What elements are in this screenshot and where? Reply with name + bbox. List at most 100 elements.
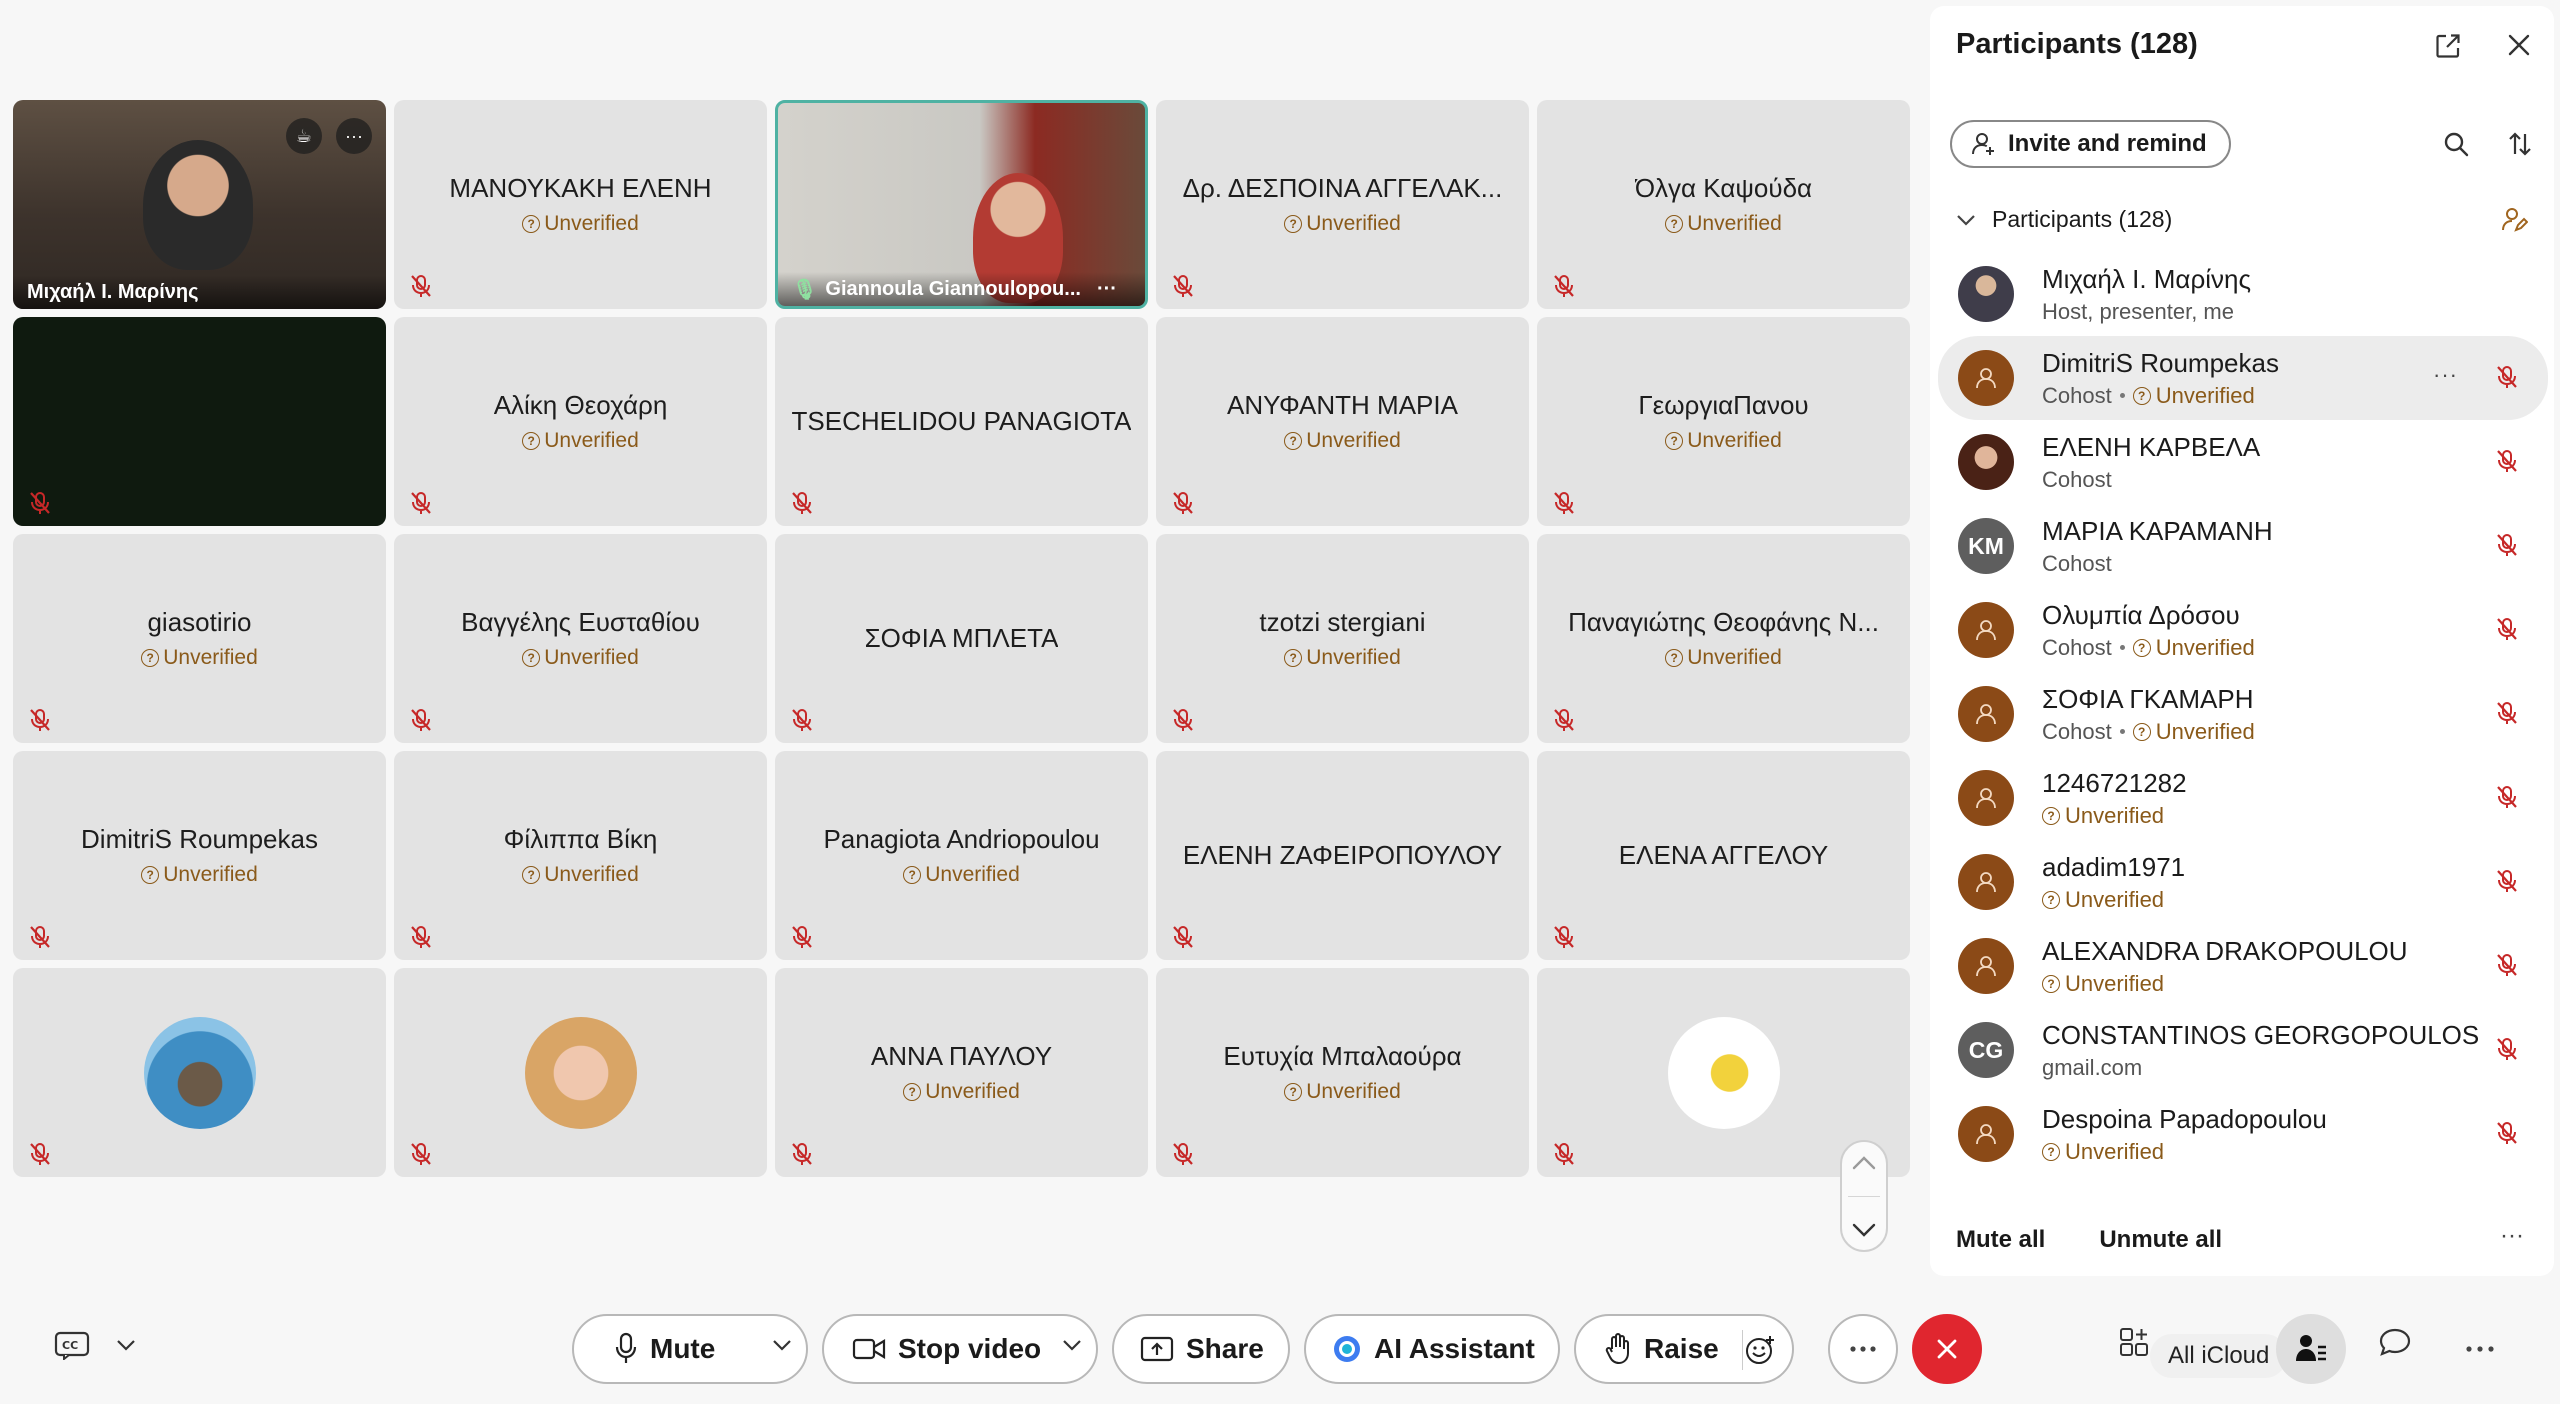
participant-tile[interactable]: Αλίκη Θεοχάρη? Unverified xyxy=(394,317,767,526)
participant-row[interactable]: adadim1971? Unverified xyxy=(1938,840,2548,924)
mic-muted-icon[interactable] xyxy=(2494,952,2520,978)
participant-row[interactable]: ΣΟΦΙΑ ΓΚΑΜΑΡΗ Cohost? Unverified xyxy=(1938,672,2548,756)
chevron-down-icon[interactable] xyxy=(1062,1338,1082,1352)
more-options-button[interactable] xyxy=(1828,1314,1898,1384)
participant-tile[interactable]: ΕΛΕΝΗ ΖΑΦΕΙΡΟΠΟΥΛΟΥ xyxy=(1156,751,1529,960)
participant-tile[interactable]: 🎙 Giannoula Giannoulopou... ··· xyxy=(775,100,1148,309)
participant-tile[interactable] xyxy=(13,317,386,526)
mic-muted-icon xyxy=(408,707,434,733)
mic-muted-icon[interactable] xyxy=(2494,1120,2520,1146)
panel-more-button[interactable]: ··· xyxy=(2500,1222,2524,1250)
participant-info: adadim1971? Unverified xyxy=(2042,852,2185,913)
participant-tile[interactable] xyxy=(394,968,767,1177)
unverified-icon: ? xyxy=(522,432,541,450)
stop-video-button[interactable]: Stop video xyxy=(822,1314,1098,1384)
participant-row[interactable]: Ολυμπία Δρόσου Cohost? Unverified xyxy=(1938,588,2548,672)
participant-tile[interactable]: Ευτυχία Μπαλαούρα? Unverified xyxy=(1156,968,1529,1177)
mic-muted-icon[interactable] xyxy=(2494,868,2520,894)
avatar xyxy=(1958,854,2014,910)
participants-button[interactable] xyxy=(2276,1314,2346,1384)
chat-icon[interactable] xyxy=(2378,1326,2412,1358)
participant-row[interactable]: Μιχαήλ Ι. Μαρίνης Host, presenter, me xyxy=(1938,252,2548,336)
participant-tile[interactable] xyxy=(13,968,386,1177)
participant-name: ΜΑΡΙΑ ΚΑΡΑΜΑΝΗ xyxy=(2042,515,2273,546)
participant-row[interactable]: DimitriS Roumpekas Cohost? Unverified ··· xyxy=(1938,336,2548,420)
mute-button[interactable]: Mute xyxy=(572,1314,808,1384)
participant-row[interactable]: ALEXANDRA DRAKOPOULOU? Unverified xyxy=(1938,924,2548,1008)
participant-tile[interactable]: Φίλιππα Βίκη? Unverified xyxy=(394,751,767,960)
raise-hand-button[interactable]: Raise xyxy=(1574,1314,1794,1384)
participant-row[interactable]: ΕΛΕΝΗ ΚΑΡΒΕΛΑ Cohost xyxy=(1938,420,2548,504)
participant-tile[interactable]: ΣΟΦΙΑ ΜΠΛΕΤΑ xyxy=(775,534,1148,743)
closed-captions-icon[interactable]: CC xyxy=(54,1330,90,1360)
participant-tile[interactable]: giasotirio? Unverified xyxy=(13,534,386,743)
mic-muted-icon[interactable] xyxy=(2494,700,2520,726)
chevron-down-icon[interactable] xyxy=(1851,1222,1877,1238)
more-icon[interactable]: ··· xyxy=(1097,278,1117,301)
video-feed-person xyxy=(143,140,253,270)
sort-icon[interactable] xyxy=(2506,130,2534,158)
microphone-icon: 🎙 xyxy=(792,278,818,301)
verification-status: ? Unverified xyxy=(1284,212,1401,236)
mic-muted-icon[interactable] xyxy=(2494,1036,2520,1062)
participant-row[interactable]: CG CONSTANTINOS GEORGOPOULOS gmail.com xyxy=(1938,1008,2548,1092)
participant-tile[interactable]: Δρ. ΔΕΣΠΟΙΝΑ ΑΓΓΕΛΑΚ...? Unverified xyxy=(1156,100,1529,309)
unverified-icon: ? xyxy=(2042,806,2060,825)
participant-tile[interactable]: Παναγιώτης Θεοφάνης Ν...? Unverified xyxy=(1537,534,1910,743)
participant-tile[interactable]: TSECHELIDOU PANAGIOTA xyxy=(775,317,1148,526)
row-more-button[interactable]: ··· xyxy=(2433,362,2458,388)
chevron-down-icon[interactable] xyxy=(116,1338,136,1352)
verification-status: ? Unverified xyxy=(2042,803,2164,829)
toolbar-more-button[interactable] xyxy=(2466,1346,2494,1352)
chevron-up-icon[interactable] xyxy=(1851,1155,1877,1171)
captions-control[interactable]: CC xyxy=(54,1330,136,1360)
search-icon[interactable] xyxy=(2442,130,2470,158)
ai-assistant-label: AI Assistant xyxy=(1374,1333,1535,1364)
status-label: Unverified xyxy=(2155,634,2255,660)
participant-tile[interactable]: ☕ ··· Μιχαήλ Ι. Μαρίνης xyxy=(13,100,386,309)
participants-section-toggle[interactable]: Participants (128) xyxy=(1956,206,2172,233)
participant-tile[interactable]: Βαγγέλης Ευσταθίου? Unverified xyxy=(394,534,767,743)
participant-tile[interactable]: ΑΝΝΑ ΠΑΥΛΟΥ? Unverified xyxy=(775,968,1148,1177)
mute-all-button[interactable]: Mute all xyxy=(1956,1226,2045,1254)
invite-and-remind-button[interactable]: Invite and remind xyxy=(1950,120,2231,168)
ai-assistant-button[interactable]: AI Assistant xyxy=(1304,1314,1560,1384)
mic-muted-icon[interactable] xyxy=(2494,448,2520,474)
mic-muted-icon[interactable] xyxy=(2494,532,2520,558)
participant-tile[interactable]: tzotzi stergiani? Unverified xyxy=(1156,534,1529,743)
mic-muted-icon[interactable] xyxy=(2494,364,2520,390)
participant-tile[interactable]: ΓεωργιαΠανου? Unverified xyxy=(1537,317,1910,526)
reaction-icon[interactable]: ☕ xyxy=(286,118,322,154)
pop-out-icon[interactable] xyxy=(2434,32,2462,60)
participant-tile[interactable]: ΕΛΕΝΑ ΑΓΓΕΛΟΥ xyxy=(1537,751,1910,960)
end-call-button[interactable] xyxy=(1912,1314,1982,1384)
participant-tile[interactable]: ΜΑΝΟΥΚΑΚΗ ΕΛΕΝΗ? Unverified xyxy=(394,100,767,309)
mic-muted-icon xyxy=(789,490,815,516)
status-label: Unverified xyxy=(2155,718,2255,744)
mic-muted-icon[interactable] xyxy=(2494,616,2520,642)
participant-tile[interactable]: Panagiota Andriopoulou? Unverified xyxy=(775,751,1148,960)
layout-button[interactable] xyxy=(2118,1326,2150,1358)
panel-footer: Mute all Unmute all xyxy=(1956,1226,2222,1254)
reaction-emoji-icon[interactable] xyxy=(1744,1334,1776,1366)
more-icon[interactable] xyxy=(2466,1346,2494,1352)
participant-info: CONSTANTINOS GEORGOPOULOS gmail.com xyxy=(2042,1020,2479,1081)
unmute-all-button[interactable]: Unmute all xyxy=(2099,1226,2222,1254)
participant-row[interactable]: 1246721282? Unverified xyxy=(1938,756,2548,840)
status-label: Unverified xyxy=(1687,429,1782,452)
more-icon[interactable]: ··· xyxy=(336,118,372,154)
chevron-down-icon[interactable] xyxy=(772,1338,792,1352)
verification-status: ? Unverified xyxy=(522,212,639,236)
layout-grid-icon[interactable] xyxy=(2118,1326,2150,1358)
share-button[interactable]: Share xyxy=(1112,1314,1290,1384)
participant-tile[interactable]: Όλγα Καψούδα? Unverified xyxy=(1537,100,1910,309)
mic-muted-icon[interactable] xyxy=(2494,784,2520,810)
participant-tile[interactable]: ΑΝΥΦΑΝΤΗ ΜΑΡΙΑ? Unverified xyxy=(1156,317,1529,526)
participant-tile[interactable]: DimitriS Roumpekas? Unverified xyxy=(13,751,386,960)
assign-role-icon[interactable] xyxy=(2500,206,2528,234)
participant-row[interactable]: Despoina Papadopoulou? Unverified xyxy=(1938,1092,2548,1170)
participant-row[interactable]: KM ΜΑΡΙΑ ΚΑΡΑΜΑΝΗ Cohost xyxy=(1938,504,2548,588)
participant-name: CONSTANTINOS GEORGOPOULOS xyxy=(2042,1019,2480,1050)
close-icon[interactable] xyxy=(2506,32,2532,58)
chat-button[interactable] xyxy=(2378,1326,2412,1358)
